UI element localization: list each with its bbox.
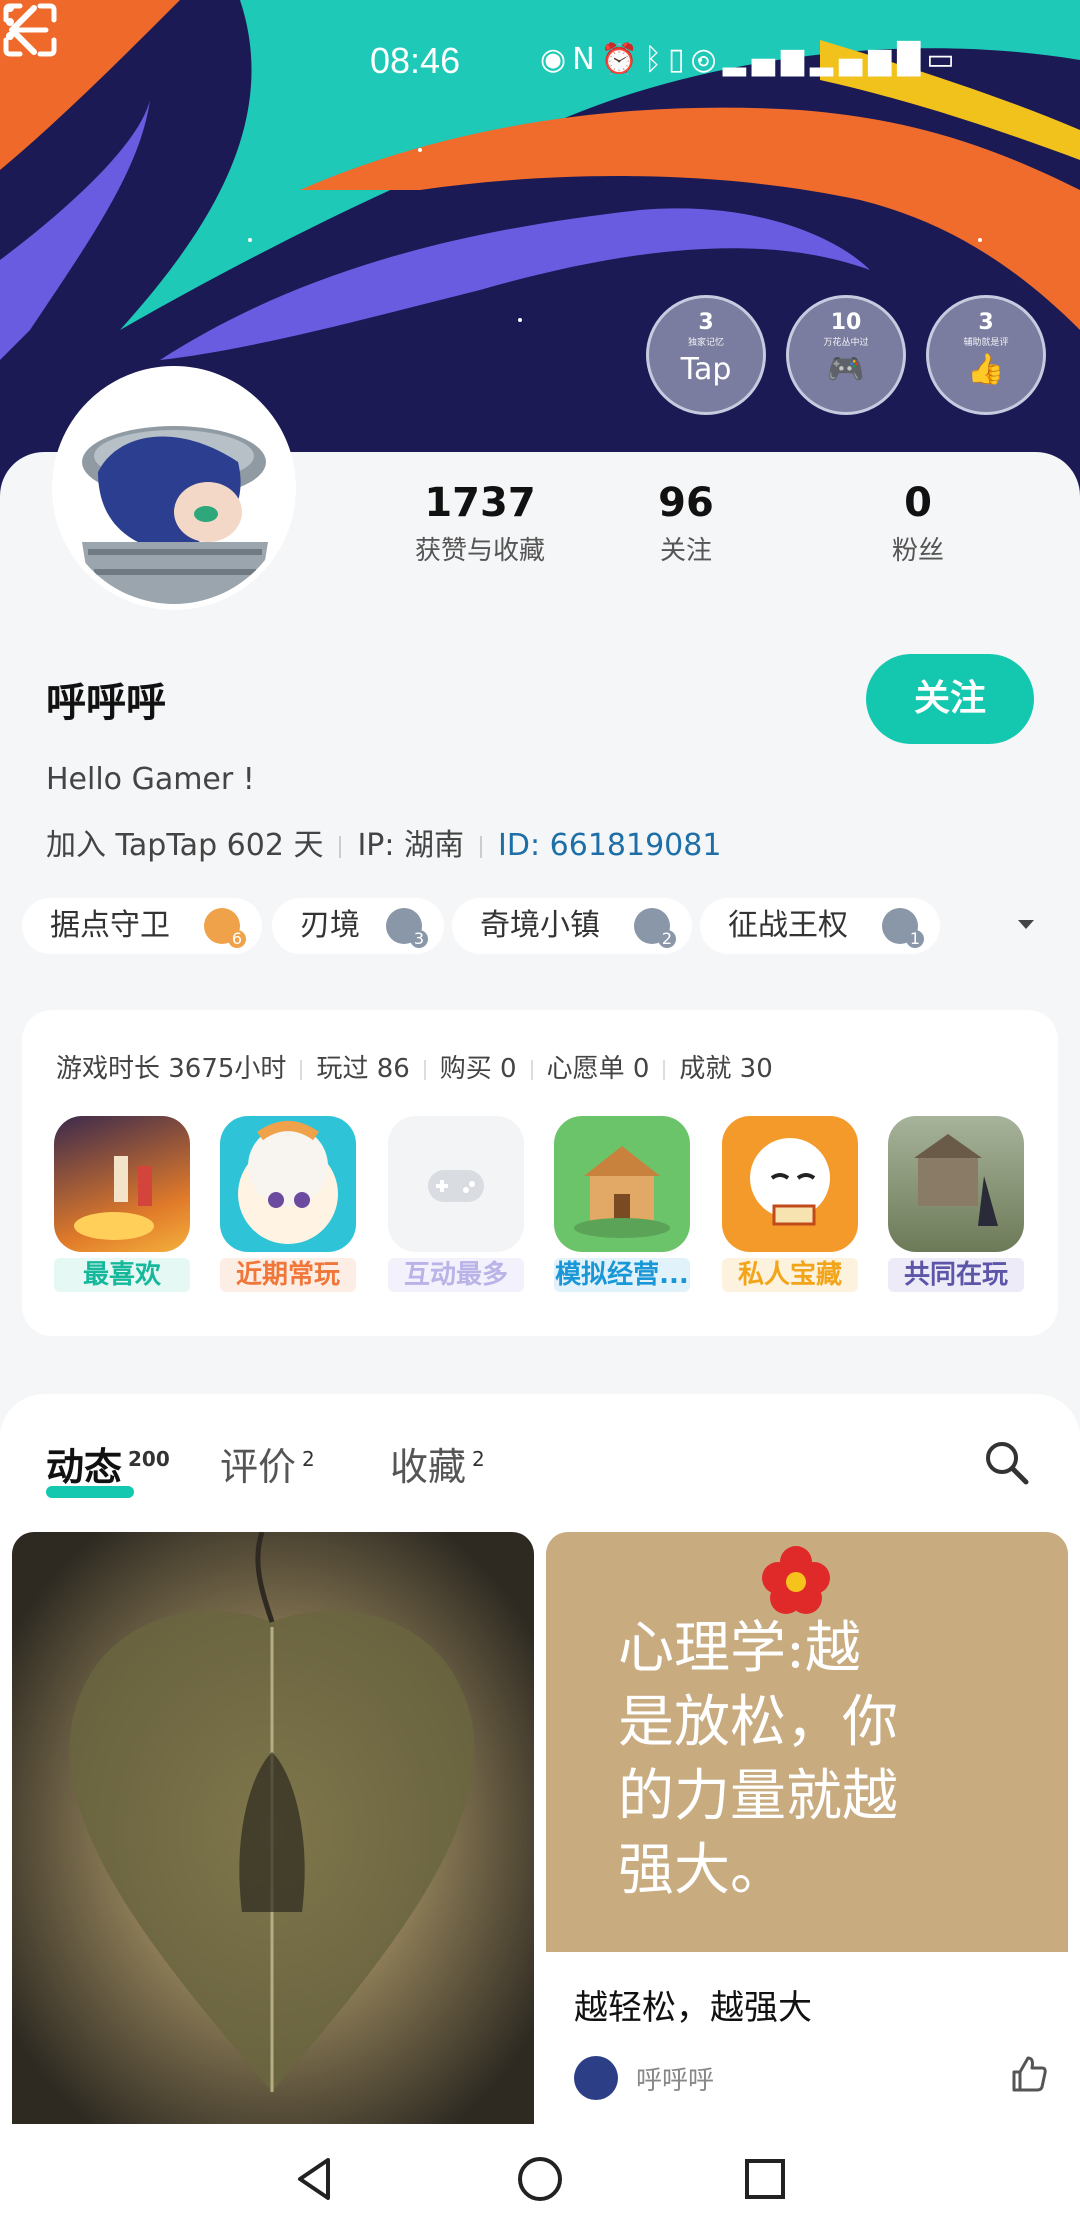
post-card-image[interactable]	[12, 1532, 534, 2124]
stat-likes[interactable]: 1737 获赞与收藏	[380, 480, 580, 567]
tab-collections[interactable]: 收藏 2	[390, 1436, 485, 1491]
post-card-quote[interactable]: 心理学:越 是放松，你 的力量就越 强大。 越轻松，越强大 呼呼呼	[546, 1532, 1068, 2124]
game-icon	[220, 1116, 356, 1252]
battery-icon: ▭	[926, 42, 961, 77]
played-count[interactable]: 玩过 86	[316, 1054, 409, 1084]
signal-4g-icon: ▂▄▆	[722, 42, 810, 77]
stat-following[interactable]: 96 关注	[626, 480, 746, 567]
level-badge-icon: 2	[634, 908, 676, 948]
profile-meta: 加入 TapTap 602 天 IP: 湖南 ID: 661819081	[46, 820, 721, 864]
username: 呼呼呼	[46, 680, 166, 726]
follow-button[interactable]: 关注	[866, 654, 1034, 744]
post-quote-image: 心理学:越 是放松，你 的力量就越 强大。	[546, 1532, 1068, 1952]
achievement-badge-tap[interactable]: 3 独家记忆 Tap	[646, 295, 766, 415]
game-category-recent[interactable]: 近期常玩	[220, 1116, 356, 1292]
like-icon[interactable]	[1008, 2054, 1048, 2094]
wishlist-count[interactable]: 心愿单 0	[547, 1054, 650, 1084]
flower-icon	[762, 1546, 830, 1614]
nav-recents-icon[interactable]	[740, 2154, 790, 2204]
post-author-name[interactable]: 呼呼呼	[636, 2060, 714, 2097]
achievement-badge-like[interactable]: 3 辅助就是评 👍	[926, 295, 1046, 415]
game-category-favorite[interactable]: 最喜欢	[54, 1116, 190, 1292]
gamepad-placeholder-icon	[428, 1170, 484, 1202]
game-icon	[54, 1116, 190, 1252]
nfc-icon: Ν	[572, 42, 601, 77]
signal-5g-icon: ▂▄▆█	[809, 42, 927, 77]
joined-days: 加入 TapTap 602 天	[46, 828, 324, 863]
active-tab-indicator	[46, 1486, 134, 1498]
game-tag[interactable]: 刃境 3	[272, 898, 444, 954]
eye-icon: ◉	[540, 42, 573, 77]
playtime[interactable]: 游戏时长 3675小时	[56, 1054, 286, 1084]
system-navigation-bar	[0, 2124, 1080, 2228]
quote-text: 心理学:越 是放松，你 的力量就越 强大。	[618, 1616, 898, 1903]
avatar-illustration	[58, 372, 290, 604]
game-icon	[722, 1116, 858, 1252]
vibrate-icon: ▯	[668, 42, 691, 77]
level-badge-icon: 1	[882, 908, 924, 948]
ip-location: 湖南	[404, 828, 465, 863]
game-category-coplay[interactable]: 共同在玩	[888, 1116, 1024, 1292]
game-summary-card: 游戏时长 3675小时 玩过 86 购买 0 心愿单 0 成就 30 最喜欢 近期常玩 …	[22, 1010, 1058, 1336]
tab-reviews[interactable]: 评价 2	[220, 1436, 315, 1491]
post-title[interactable]: 越轻松，越强大	[574, 1980, 812, 2029]
game-category-interactive[interactable]: 互动最多	[388, 1116, 524, 1292]
thumbs-up-icon: 👍	[967, 352, 1005, 387]
nav-back-icon[interactable]	[290, 2154, 340, 2204]
achievement-count[interactable]: 成就 30	[679, 1054, 772, 1084]
status-time: 08:46	[370, 40, 461, 81]
gamepad-icon: 🎮	[827, 352, 865, 387]
game-tags: 据点守卫 6 刃境 3 奇境小镇 2 征战王权 1	[22, 898, 1062, 954]
bought-count[interactable]: 购买 0	[440, 1054, 517, 1084]
game-stats: 游戏时长 3675小时 玩过 86 购买 0 心愿单 0 成就 30	[56, 1048, 773, 1085]
game-icon	[388, 1116, 524, 1252]
achievement-badge-gamepad[interactable]: 10 万花丛中过 🎮	[786, 295, 906, 415]
game-tag[interactable]: 征战王权 1	[700, 898, 940, 954]
status-bar: 08:46 ◉Ν⏰ᛒ▯◎▂▄▆▂▄▆█▭	[0, 30, 1080, 94]
more-options-icon[interactable]	[0, 0, 20, 44]
user-id-label[interactable]: ID:	[498, 828, 540, 863]
game-category-simulation[interactable]: 模拟经营...	[554, 1116, 690, 1292]
game-category-treasure[interactable]: 私人宝藏	[722, 1116, 858, 1292]
system-icons: ◉Ν⏰ᛒ▯◎▂▄▆▂▄▆█▭	[540, 42, 961, 77]
tab-posts[interactable]: 动态 200	[46, 1436, 170, 1491]
tap-icon: Tap	[680, 352, 732, 387]
user-id[interactable]: 661819081	[550, 828, 722, 863]
bio: Hello Gamer !	[46, 762, 255, 797]
nav-home-icon[interactable]	[515, 2154, 565, 2204]
game-icon	[554, 1116, 690, 1252]
search-icon[interactable]	[982, 1438, 1030, 1486]
expand-tags-icon[interactable]	[1014, 912, 1038, 936]
avatar[interactable]	[52, 366, 296, 610]
game-icon	[888, 1116, 1024, 1252]
game-tag[interactable]: 据点守卫 6	[22, 898, 262, 954]
level-badge-icon: 6	[204, 908, 246, 948]
post-author-avatar[interactable]	[574, 2056, 618, 2100]
feed-section: 动态 200 评价 2 收藏 2 心理学:越 是放松，你 的力量就越 强大。 越…	[0, 1394, 1080, 2124]
game-tag[interactable]: 奇境小镇 2	[452, 898, 692, 954]
post-image-leaf	[12, 1532, 534, 2124]
bluetooth-icon: ᛒ	[644, 42, 668, 77]
alarm-icon: ⏰	[600, 42, 644, 77]
level-badge-icon: 3	[386, 908, 428, 948]
stat-followers[interactable]: 0 粉丝	[858, 480, 978, 567]
ip-label: IP:	[357, 828, 395, 863]
hotspot-icon: ◎	[690, 42, 723, 77]
